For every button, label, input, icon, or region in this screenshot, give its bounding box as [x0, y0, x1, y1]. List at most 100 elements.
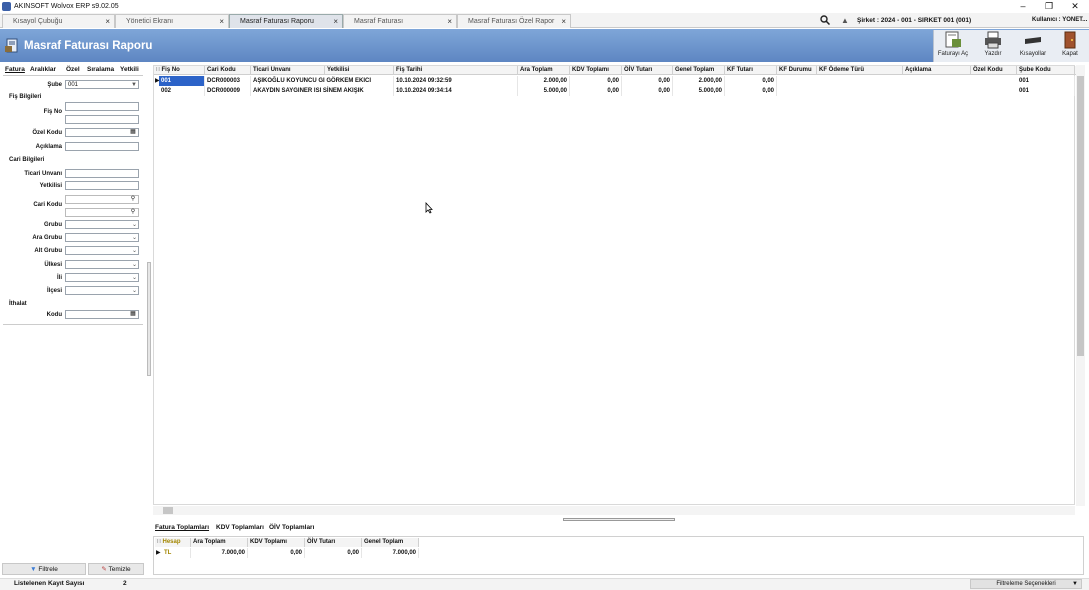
cell-ara-toplam[interactable]: 5.000,00 [518, 86, 570, 96]
cell-oiv-tutari[interactable]: 0,00 [622, 76, 673, 86]
close-window-button[interactable]: ✕ [1062, 0, 1088, 13]
vertical-scroll-thumb[interactable] [1077, 76, 1084, 356]
cell-ticari-unvani[interactable]: AŞIKOĞLU KOYUNCU GI GÖRKEM EKICI [251, 76, 394, 86]
cell-kdv-toplami[interactable]: 0,00 [570, 76, 622, 86]
search-lookup-icon[interactable]: ⚲ [129, 196, 137, 203]
col-header-aciklama[interactable]: Açıklama [903, 66, 971, 75]
filter-options-dropdown[interactable]: Filtreleme Seçenekleri ▼ [970, 579, 1082, 589]
cell-fis-no[interactable]: 001 [159, 76, 205, 86]
col-header-genel-toplam[interactable]: Genel Toplam [673, 66, 725, 75]
col-header-ozel-kodu[interactable]: Özel Kodu [971, 66, 1017, 75]
col-header-ara-toplam[interactable]: Ara Toplam [518, 66, 570, 75]
horizontal-scrollbar[interactable] [153, 506, 1075, 515]
sum-cell-ara-toplam[interactable]: 7.000,00 [191, 548, 248, 558]
cell-fis-tarihi[interactable]: 10.10.2024 09:32:59 [394, 76, 518, 86]
search-lookup-icon[interactable]: ⚲ [129, 209, 137, 216]
col-header-kf-tutari[interactable]: KF Tutarı [725, 66, 777, 75]
tab-close-icon[interactable]: × [561, 15, 566, 28]
cari-kodu-end-input[interactable]: ⚲ [65, 208, 139, 217]
cari-kodu-start-input[interactable]: ⚲ [65, 195, 139, 204]
cell-genel-toplam[interactable]: 2.000,00 [673, 76, 725, 86]
sum-cell-oiv-tutari[interactable]: 0,00 [305, 548, 362, 558]
il-select[interactable]: ⌄ [65, 273, 139, 282]
tab-masraf-faturasi-ozel-rapor[interactable]: Masraf Faturası Özel Rapor × [457, 14, 571, 28]
col-header-yetkilisi[interactable]: Yetkilisi [325, 66, 394, 75]
summary-row[interactable]: ▶ TL 7.000,00 0,00 0,00 7.000,00 [154, 548, 424, 558]
cell-oiv-tutari[interactable]: 0,00 [622, 86, 673, 96]
sube-select[interactable]: 001 ▼ [65, 80, 139, 89]
cell-sube-kodu[interactable]: 001 [1017, 86, 1075, 96]
col-header-cari-kodu[interactable]: Cari Kodu [205, 66, 251, 75]
ilcesi-select[interactable]: ⌄ [65, 286, 139, 295]
sum-header-kdv-toplami[interactable]: KDV Toplamı [248, 538, 305, 547]
left-tab-araliklar[interactable]: Aralıklar [30, 66, 56, 73]
tab-kdv-toplamlari[interactable]: KDV Toplamları [216, 524, 264, 531]
panel-splitter[interactable] [147, 262, 151, 376]
cell-ara-toplam[interactable]: 2.000,00 [518, 76, 570, 86]
cell-cari-kodu[interactable]: DCR000009 [205, 86, 251, 96]
cell-kf-tutari[interactable]: 0,00 [725, 76, 777, 86]
bottom-splitter[interactable] [563, 518, 675, 521]
minimize-button[interactable]: – [1010, 0, 1036, 13]
lookup-icon[interactable]: ▦ [129, 129, 137, 136]
shortcuts-button[interactable]: Kısayollar [1014, 31, 1052, 61]
sum-cell-kdv-toplami[interactable]: 0,00 [248, 548, 305, 558]
cell-kf-tutari[interactable]: 0,00 [725, 86, 777, 96]
tab-close-icon[interactable]: × [333, 15, 338, 28]
table-row[interactable]: ▶ 001 DCR000003 AŞIKOĞLU KOYUNCU GI GÖRK… [154, 76, 1076, 86]
grubu-select[interactable]: ⌄ [65, 220, 139, 229]
fis-no-end-input[interactable] [65, 115, 139, 124]
kodu-input[interactable]: ▦ [65, 310, 139, 319]
col-header-kf-durumu[interactable]: KF Durumu [777, 66, 817, 75]
tab-close-icon[interactable]: × [105, 15, 110, 28]
cell-cari-kodu[interactable]: DCR000003 [205, 76, 251, 86]
tab-masraf-faturasi-raporu[interactable]: Masraf Faturası Raporu × [229, 14, 343, 28]
fis-no-start-input[interactable] [65, 102, 139, 111]
left-tab-yetkili[interactable]: Yetkili [120, 66, 139, 73]
sum-cell-hesap[interactable]: TL [162, 548, 191, 558]
ozel-kodu-input[interactable]: ▦ [65, 128, 139, 137]
cell-kdv-toplami[interactable]: 0,00 [570, 86, 622, 96]
tab-oiv-toplamlari[interactable]: ÖİV Toplamları [269, 524, 314, 531]
ulkesi-select[interactable]: ⌄ [65, 260, 139, 269]
yetkilisi-input[interactable] [65, 181, 139, 190]
filter-button[interactable]: ▼ Filtrele [2, 563, 86, 575]
search-icon[interactable] [820, 15, 830, 25]
open-invoice-button[interactable]: Faturayı Aç [935, 31, 971, 61]
bell-icon[interactable]: ▲ [841, 16, 849, 25]
sum-header-genel-toplam[interactable]: Genel Toplam [362, 538, 419, 547]
print-button[interactable]: Yazdır [977, 31, 1009, 61]
tab-masraf-faturasi[interactable]: Masraf Faturası × [343, 14, 457, 28]
sum-cell-genel-toplam[interactable]: 7.000,00 [362, 548, 419, 558]
tab-fatura-toplamlari[interactable]: Fatura Toplamları [155, 524, 209, 531]
col-header-kdv-toplami[interactable]: KDV Toplamı [570, 66, 622, 75]
tab-kisayol-cubugu[interactable]: Kısayol Çubuğu × [2, 14, 115, 28]
close-report-button[interactable]: Kapat [1055, 31, 1085, 61]
ara-grubu-select[interactable]: ⌄ [65, 233, 139, 242]
left-tab-siralama[interactable]: Sıralama [87, 66, 114, 73]
left-tab-ozel[interactable]: Özel [66, 66, 80, 73]
left-tab-fatura[interactable]: Fatura [5, 66, 25, 73]
aciklama-input[interactable] [65, 142, 139, 151]
table-row[interactable]: 002 DCR000009 AKAYDIN SAYGINER ISI SİNEM… [154, 86, 1076, 96]
tab-yonetici-ekrani[interactable]: Yönetici Ekranı × [115, 14, 229, 28]
restore-button[interactable]: ❐ [1036, 0, 1062, 13]
cell-ticari-unvani[interactable]: AKAYDIN SAYGINER ISI SİNEM AKIŞIK [251, 86, 394, 96]
col-header-sube-kodu[interactable]: Şube Kodu [1017, 66, 1075, 75]
col-header-ticari-unvani[interactable]: Ticari Unvanı [251, 66, 325, 75]
cell-fis-tarihi[interactable]: 10.10.2024 09:34:14 [394, 86, 518, 96]
col-header-oiv-tutari[interactable]: ÖİV Tutarı [622, 66, 673, 75]
sum-header-oiv-tutari[interactable]: ÖİV Tutarı [305, 538, 362, 547]
cell-sube-kodu[interactable]: 001 [1017, 76, 1075, 86]
cell-genel-toplam[interactable]: 5.000,00 [673, 86, 725, 96]
clear-button[interactable]: ✎ Temizle [88, 563, 144, 575]
tab-close-icon[interactable]: × [219, 15, 224, 28]
lookup-icon[interactable]: ▦ [129, 311, 137, 318]
alt-grubu-select[interactable]: ⌄ [65, 246, 139, 255]
col-header-fis-no[interactable]: ∷ Fiş No [154, 66, 205, 75]
horizontal-scroll-thumb[interactable] [163, 507, 173, 514]
ticari-unvani-input[interactable] [65, 169, 139, 178]
cell-fis-no[interactable]: 002 [159, 86, 205, 96]
sum-header-ara-toplam[interactable]: Ara Toplam [191, 538, 248, 547]
col-header-kf-odeme-turu[interactable]: KF Ödeme Türü [817, 66, 903, 75]
